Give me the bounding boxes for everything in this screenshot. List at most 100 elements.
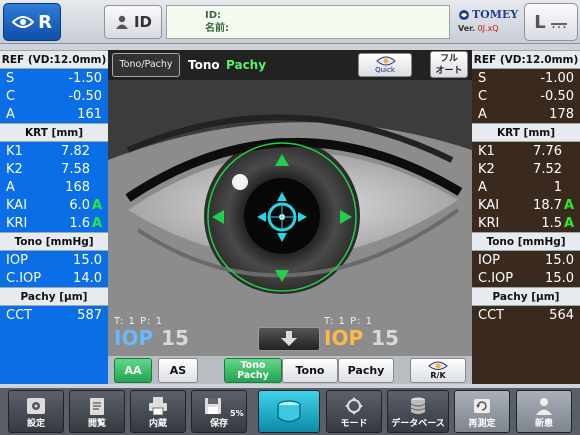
tono-mode-button[interactable]: Tono (282, 358, 338, 383)
remeasure-label: 再測定 (468, 419, 496, 429)
iop-value-line: IOP 15 (114, 326, 189, 350)
tono-row-ciop: C.IOP 15.0 (478, 270, 574, 286)
arrow-down-icon (281, 331, 297, 346)
target-arrow-down-icon (277, 233, 287, 242)
right-eye-results-panel: REF (VD:12.0mm) S -1.50 C -0.50 A 161 KRT [… (0, 50, 108, 384)
krt-header: KRT [mm] (0, 123, 108, 142)
eye-camera-view[interactable]: T: 1 P: 1 IOP 15 T: 1 P: 1 IOP 15 (108, 80, 472, 356)
left-eye-results-panel: REF (VD:12.0mm) S -1.00 C -0.50 A 178 KRT [… (472, 50, 580, 384)
tono-pachy-line1: Tono (240, 359, 266, 371)
print-label: 内蔵 (148, 419, 167, 429)
quick-button[interactable]: Quick (358, 53, 412, 77)
new-patient-button[interactable]: 新患 (516, 390, 572, 433)
iop-value: 15 (161, 326, 189, 350)
iop-value-line: IOP 15 (324, 326, 399, 350)
eye-icon (12, 16, 35, 28)
id-button[interactable]: ID (104, 5, 162, 39)
rk-label: R/K (430, 371, 446, 380)
ref-row-s: S -1.00 (478, 70, 574, 86)
full-auto-line2: オート (435, 66, 463, 76)
measure-start-button[interactable] (258, 390, 320, 433)
tono-pachy-select-button[interactable]: Tono/Pachy (112, 53, 180, 77)
mode-button[interactable]: モード (326, 390, 382, 433)
full-auto-button[interactable]: フル オート (430, 51, 468, 78)
krt-row-kri: KRI 1.6 A (6, 215, 102, 231)
settings-button[interactable]: 設定 (8, 390, 64, 433)
krt-row-a: A1 (478, 179, 562, 195)
krt-row-kai: KAI 18.7 A (478, 197, 574, 213)
brand-name: TOMEY (472, 8, 519, 21)
version-text: Ver. 0J.xQ (458, 24, 520, 33)
new-patient-label: 新患 (534, 419, 553, 429)
top-bar: R ID ID: 名前: TOMEY Ver. 0J.xQ L (0, 0, 580, 44)
measure-cylinder-icon (277, 400, 301, 423)
right-eye-iop-readout: T: 1 P: 1 IOP 15 (114, 316, 189, 350)
id-label: ID: (205, 10, 222, 21)
rk-button[interactable]: R/K (410, 358, 466, 383)
ref-row-c: C -0.50 (6, 88, 102, 104)
right-eye-label: R (38, 11, 52, 33)
align-arrow-right-icon (340, 210, 352, 224)
mode-tono-label: Tono (188, 58, 220, 72)
alignment-target-overlay (207, 142, 357, 292)
ref-row-a: A 178 (478, 106, 574, 122)
target-arrow-up-icon (277, 192, 287, 201)
tono-pachy-line2: Pachy (237, 369, 269, 381)
ref-header: REF (VD:12.0mm) (472, 50, 580, 69)
left-eye-label: L (534, 11, 546, 33)
krt-row-kri: KRI 1.5 A (478, 215, 574, 231)
save-disk-icon (205, 398, 221, 414)
align-arrow-down-icon (275, 270, 289, 282)
mode-arrows-icon (345, 397, 363, 415)
aa-button[interactable]: AA (114, 358, 152, 383)
tono-header: Tono [mmHg] (472, 232, 580, 251)
tono-header: Tono [mmHg] (0, 232, 108, 251)
database-icon (410, 397, 426, 414)
mode-pachy-label: Pachy (226, 58, 267, 72)
browse-button[interactable]: 閲覧 (69, 390, 125, 433)
remeasure-button[interactable]: 再測定 (454, 390, 510, 433)
pachy-row-cct: CCT 587 (6, 307, 102, 323)
database-label: データベース (391, 419, 445, 429)
right-eye-button[interactable]: R (3, 3, 61, 41)
remeasure-icon (474, 399, 490, 413)
bottom-toolbar: 設定 閲覧 内蔵 5% 保存 モード データベース 再測定 新患 (0, 388, 580, 435)
ref-row-c: C -0.50 (478, 88, 574, 104)
save-label: 保存 (209, 419, 228, 429)
iop-label: IOP (114, 326, 154, 350)
brand-logo: TOMEY (458, 8, 520, 21)
tono-row-ciop: C.IOP 14.0 (6, 270, 102, 286)
measurement-mode-bar: AA AS Tono Pachy Tono Pachy R/K (108, 356, 472, 384)
new-patient-icon (536, 398, 552, 415)
move-down-button[interactable] (258, 327, 320, 351)
krt-row-kai: KAI 6.0 A (6, 197, 102, 213)
krt-row-k1: K1 7.82 (6, 143, 90, 159)
mode-bar: Tono/Pachy Tono Pachy Quick フル オート (108, 50, 472, 80)
tono-row-iop: IOP 15.0 (478, 252, 574, 268)
ref-row-a: A 161 (6, 106, 102, 122)
database-button[interactable]: データベース (387, 390, 449, 433)
name-label: 名前: (205, 23, 229, 34)
save-button[interactable]: 5% 保存 (191, 390, 247, 433)
rk-eye-icon (428, 361, 448, 370)
id-button-label: ID (133, 13, 153, 31)
left-eye-button[interactable]: L (524, 3, 578, 41)
mode-label: モード (340, 419, 368, 429)
tono-pachy-mode-button[interactable]: Tono Pachy (224, 358, 282, 383)
krt-row-k1: K1 7.76 (478, 143, 562, 159)
ref-header: REF (VD:12.0mm) (0, 50, 108, 69)
full-auto-line1: フル (439, 54, 458, 64)
tomey-logo-icon (459, 9, 469, 20)
align-arrow-left-icon (212, 210, 224, 224)
browse-label: 閲覧 (87, 419, 106, 429)
tono-row-iop: IOP 15.0 (6, 252, 102, 268)
brand-block: TOMEY Ver. 0J.xQ (458, 8, 520, 40)
eye-closed-icon (550, 23, 567, 29)
pachy-mode-button[interactable]: Pachy (338, 358, 394, 383)
printer-icon (149, 397, 167, 416)
settings-icon (27, 398, 45, 414)
krt-row-k2: K2 7.58 (6, 161, 90, 177)
print-button[interactable]: 内蔵 (130, 390, 186, 433)
ref-row-s: S -1.50 (6, 70, 102, 86)
as-button[interactable]: AS (158, 358, 198, 383)
